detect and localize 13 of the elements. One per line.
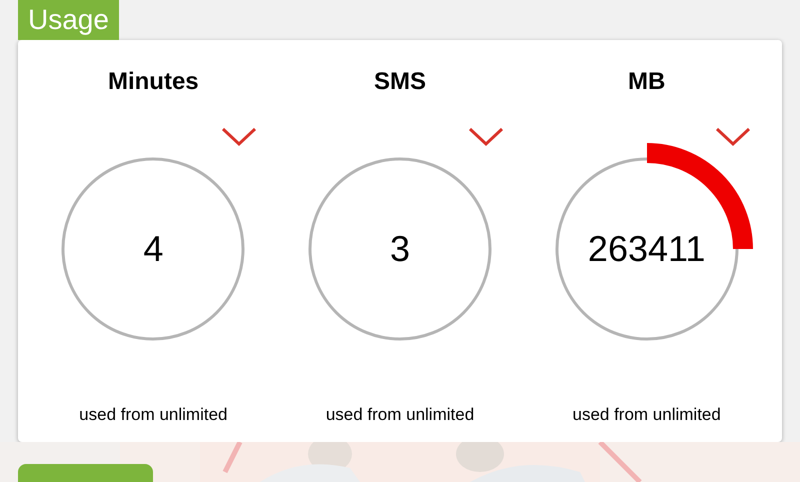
meter-caption: used from unlimited: [326, 404, 474, 426]
meter-value: 263411: [586, 229, 706, 269]
chevron-down-icon[interactable]: [714, 127, 751, 147]
chevron-down-icon[interactable]: [468, 127, 504, 147]
meter-title: MB: [628, 67, 666, 97]
meter-value: 3: [388, 229, 411, 269]
meter-title: SMS: [374, 67, 426, 97]
section-title: Usage: [18, 0, 119, 40]
meter-value: 4: [142, 229, 164, 269]
meter-caption: used from unlimited: [79, 404, 228, 426]
meter-caption: used from unlimited: [572, 404, 721, 426]
chevron-down-icon[interactable]: [221, 127, 258, 147]
meter-title: Minutes: [108, 67, 199, 97]
